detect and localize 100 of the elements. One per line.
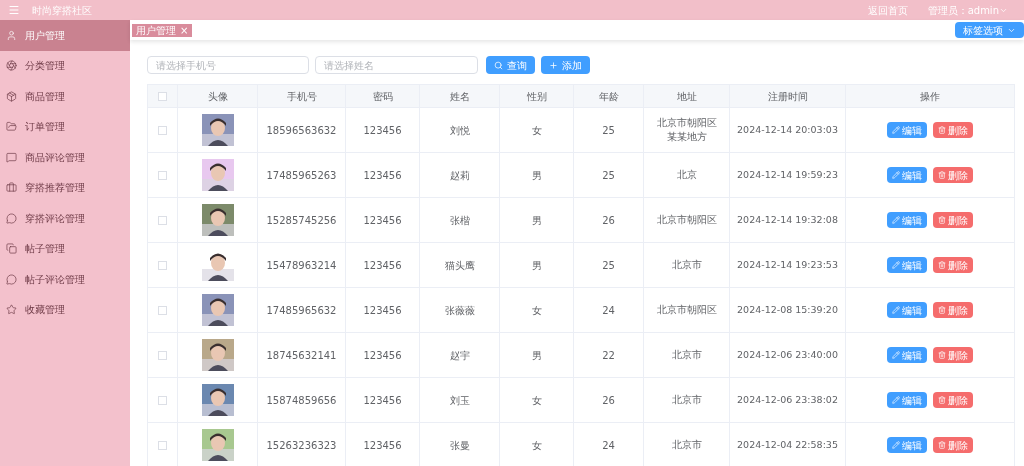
edit-button[interactable]: 编辑 (887, 437, 927, 453)
column-header: 注册时间 (729, 84, 846, 108)
copy-icon (6, 243, 17, 255)
column-header: 性别 (499, 84, 574, 108)
pencil-icon (892, 441, 900, 449)
table-cell: 2024-12-06 23:40:00 (729, 332, 846, 378)
sidebar-item[interactable]: 商品管理 (0, 81, 130, 112)
row-checkbox[interactable] (158, 125, 167, 135)
table-cell: 18745632141 (257, 332, 346, 378)
column-header: 头像 (177, 84, 258, 108)
sidebar-item[interactable]: 穿搭推荐管理 (0, 172, 130, 203)
delete-button[interactable]: 删除 (933, 122, 973, 138)
table-cell: 北京 (643, 152, 730, 198)
table-cell: 26 (573, 197, 644, 243)
sidebar-item[interactable]: 用户管理 (0, 20, 130, 51)
row-checkbox[interactable] (158, 395, 167, 405)
delete-button[interactable]: 删除 (933, 302, 973, 318)
column-header: 地址 (643, 84, 730, 108)
pencil-icon (892, 306, 900, 314)
table-cell: 北京市朝阳区某某地方 (643, 107, 730, 153)
trash-icon (938, 216, 946, 224)
row-checkbox[interactable] (158, 440, 167, 450)
edit-button[interactable]: 编辑 (887, 122, 927, 138)
table-cell: 女 (499, 377, 574, 423)
table-cell: 26 (573, 377, 644, 423)
sidebar-item[interactable]: 收藏管理 (0, 294, 130, 325)
delete-button[interactable]: 删除 (933, 257, 973, 273)
chat-icon (6, 151, 17, 163)
sidebar-item[interactable]: 帖子评论管理 (0, 264, 130, 295)
add-button[interactable]: 添加 (541, 56, 590, 74)
table-cell: 2024-12-08 15:39:20 (729, 287, 846, 333)
trash-icon (938, 351, 946, 359)
table-cell: 张楷 (419, 197, 500, 243)
table-cell: 2024-12-14 19:59:23 (729, 152, 846, 198)
trash-icon (938, 171, 946, 179)
select-all-checkbox[interactable] (158, 91, 167, 101)
trash-icon (938, 126, 946, 134)
sidebar-item[interactable]: 穿搭评论管理 (0, 203, 130, 234)
edit-button[interactable]: 编辑 (887, 347, 927, 363)
table-cell: 123456 (345, 287, 420, 333)
row-checkbox[interactable] (158, 260, 167, 270)
table-cell: 女 (499, 107, 574, 153)
folder-icon (6, 121, 17, 133)
sidebar-item[interactable]: 订单管理 (0, 111, 130, 142)
edit-button[interactable]: 编辑 (887, 302, 927, 318)
table-cell: 刘玉 (419, 377, 500, 423)
table-cell: 18596563632 (257, 107, 346, 153)
pencil-icon (892, 261, 900, 269)
delete-button[interactable]: 删除 (933, 437, 973, 453)
edit-button[interactable]: 编辑 (887, 392, 927, 408)
table-cell: 123456 (345, 242, 420, 288)
delete-button[interactable]: 删除 (933, 392, 973, 408)
home-link[interactable]: 返回首页 (867, 2, 908, 18)
table-cell: 北京市朝阳区 (643, 287, 730, 333)
pencil-icon (892, 126, 900, 134)
pencil-icon (892, 396, 900, 404)
table-cell: 张薇薇 (419, 287, 500, 333)
table-cell: 123456 (345, 377, 420, 423)
table-cell: 北京市朝阳区 (643, 197, 730, 243)
row-checkbox[interactable] (158, 170, 167, 180)
sidebar-item[interactable]: 分类管理 (0, 50, 130, 81)
edit-button[interactable]: 编辑 (887, 167, 927, 183)
trash-icon (938, 441, 946, 449)
edit-button[interactable]: 编辑 (887, 212, 927, 228)
row-checkbox[interactable] (158, 215, 167, 225)
row-checkbox[interactable] (158, 305, 167, 315)
delete-button[interactable]: 删除 (933, 167, 973, 183)
chat-bubble-icon (6, 273, 17, 285)
table-cell: 赵宇 (419, 332, 500, 378)
table-cell: 北京市 (643, 242, 730, 288)
column-header: 手机号 (257, 84, 346, 108)
pencil-icon (892, 351, 900, 359)
table-cell: 男 (499, 152, 574, 198)
table-cell: 15874859656 (257, 377, 346, 423)
page-tab[interactable]: 用户管理 × (132, 23, 193, 37)
table-cell: 25 (573, 242, 644, 288)
phone-search-field[interactable]: 请选择手机号 (147, 56, 309, 74)
pencil-icon (892, 171, 900, 179)
table-cell: 男 (499, 197, 574, 243)
edit-button[interactable]: 编辑 (887, 257, 927, 273)
sidebar-item[interactable]: 帖子管理 (0, 233, 130, 264)
table-cell: 2024-12-14 19:23:53 (729, 242, 846, 288)
table-cell: 17485965263 (257, 152, 346, 198)
table-cell: 刘悦 (419, 107, 500, 153)
table-cell: 赵莉 (419, 152, 500, 198)
trash-icon (938, 396, 946, 404)
delete-button[interactable]: 删除 (933, 212, 973, 228)
tab-options-button[interactable]: 标签选项 (955, 22, 1024, 38)
delete-button[interactable]: 删除 (933, 347, 973, 363)
table-cell: 123456 (345, 152, 420, 198)
table-cell: 123456 (345, 332, 420, 378)
table-cell: 北京市 (643, 377, 730, 423)
menu-icon[interactable] (8, 4, 20, 16)
column-header: 密码 (345, 84, 420, 108)
row-checkbox[interactable] (158, 350, 167, 360)
sidebar-item[interactable]: 商品评论管理 (0, 142, 130, 173)
column-header: 姓名 (419, 84, 500, 108)
name-search-field[interactable]: 请选择姓名 (315, 56, 478, 74)
column-header: 操作 (845, 84, 1015, 108)
query-button[interactable]: 查询 (486, 56, 535, 74)
